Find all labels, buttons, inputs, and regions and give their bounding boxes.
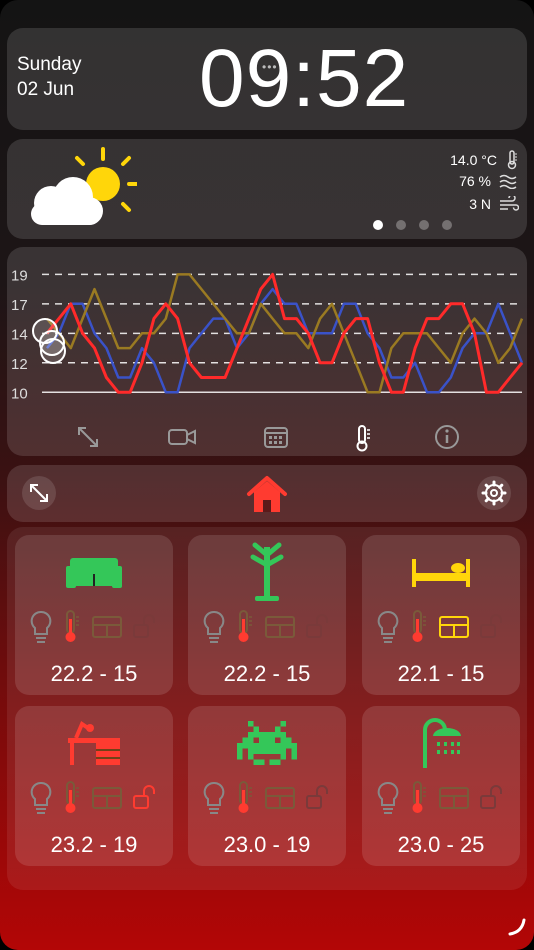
clock-time: 09:52	[199, 33, 410, 124]
sofa-icon	[15, 541, 173, 603]
window-icon[interactable]	[438, 615, 470, 639]
room-card[interactable]: 23.2 - 19	[15, 706, 173, 866]
date-label: 02 Jun	[17, 79, 75, 100]
room-status-icons	[372, 610, 510, 644]
thermometer-icon[interactable]	[408, 609, 428, 645]
page-dot[interactable]	[373, 220, 383, 230]
calendar-icon[interactable]	[263, 424, 289, 450]
light-bulb-icon[interactable]	[203, 781, 225, 815]
room-temperature: 23.2 - 19	[50, 832, 138, 857]
partly-cloudy-icon	[31, 147, 137, 225]
y-tick-label: 10	[11, 385, 28, 402]
info-icon[interactable]	[434, 424, 460, 450]
lock-open-icon[interactable]	[479, 613, 505, 641]
lock-open-icon[interactable]	[479, 784, 505, 812]
humidity-row: 76 %	[459, 173, 519, 189]
thermometer-icon[interactable]	[354, 424, 372, 452]
room-card[interactable]: 22.1 - 15	[362, 535, 520, 695]
outdoor-temperature: 14.0 °C	[450, 152, 497, 168]
y-tick-label: 17	[11, 297, 28, 314]
expand-icon	[30, 484, 48, 502]
room-card[interactable]: 22.2 - 15	[188, 535, 346, 695]
wind-value: 3 N	[469, 196, 491, 212]
light-bulb-icon[interactable]	[377, 610, 399, 644]
lock-open-icon[interactable]	[132, 784, 158, 812]
wind-row: 3 N	[469, 196, 519, 212]
room-temperature: 23.0 - 19	[223, 832, 311, 857]
light-bulb-icon[interactable]	[203, 610, 225, 644]
home-bar	[7, 465, 527, 522]
thermometer-icon	[507, 150, 517, 170]
humidity-waves-icon	[499, 174, 517, 189]
room-temperature: 23.0 - 25	[397, 832, 485, 857]
room-temperature: 22.2 - 15	[50, 661, 138, 686]
coat-rack-icon	[188, 541, 346, 603]
temperature-row: 14.0 °C	[450, 150, 519, 170]
thermometer-icon[interactable]	[408, 780, 428, 816]
shower-icon	[362, 712, 520, 774]
thermometer-icon[interactable]	[234, 780, 254, 816]
room-status-icons	[198, 781, 336, 815]
room-card[interactable]: 23.0 - 25	[362, 706, 520, 866]
day-label: Sunday	[17, 54, 82, 75]
desk-icon	[15, 712, 173, 774]
window-icon[interactable]	[91, 615, 123, 639]
series-marker[interactable]	[40, 338, 66, 364]
y-tick-label: 12	[11, 356, 28, 373]
thermometer-icon[interactable]	[61, 609, 81, 645]
room-status-icons	[25, 610, 163, 644]
rooms-grid: 22.2 - 15 22.2 - 15 22.1 - 15 23.2 - 19 …	[7, 527, 527, 890]
outdoor-humidity: 76 %	[459, 173, 491, 189]
page-dot[interactable]	[442, 220, 452, 230]
weather-card[interactable]: 14.0 °C 76 % 3 N	[7, 139, 527, 239]
temperature-chart[interactable]: 19 17 14 12 10	[7, 247, 527, 417]
room-temperature: 22.2 - 15	[223, 661, 311, 686]
lock-open-icon[interactable]	[132, 613, 158, 641]
lock-open-icon[interactable]	[305, 613, 331, 641]
camera-icon[interactable]	[167, 424, 197, 450]
house-icon[interactable]	[245, 474, 289, 514]
settings-button[interactable]	[477, 476, 511, 510]
bed-icon	[362, 541, 520, 603]
lock-open-icon[interactable]	[305, 784, 331, 812]
window-icon[interactable]	[264, 786, 296, 810]
room-temperature: 22.1 - 15	[397, 661, 485, 686]
wind-icon	[500, 196, 519, 211]
y-tick-label: 19	[11, 267, 28, 284]
room-status-icons	[25, 781, 163, 815]
page-dot[interactable]	[396, 220, 406, 230]
room-card[interactable]: 23.0 - 19	[188, 706, 346, 866]
room-card[interactable]: 22.2 - 15	[15, 535, 173, 695]
fullscreen-button[interactable]	[22, 476, 56, 510]
light-bulb-icon[interactable]	[30, 610, 52, 644]
thermometer-icon[interactable]	[234, 609, 254, 645]
y-tick-label: 14	[11, 326, 28, 343]
resize-corner-icon[interactable]	[506, 916, 528, 938]
window-icon[interactable]	[438, 786, 470, 810]
light-bulb-icon[interactable]	[30, 781, 52, 815]
window-icon[interactable]	[264, 615, 296, 639]
temperature-chart-card: 19 17 14 12 10	[7, 247, 527, 456]
light-bulb-icon[interactable]	[377, 781, 399, 815]
room-status-icons	[372, 781, 510, 815]
weather-page-indicator[interactable]	[373, 220, 452, 230]
expand-icon[interactable]	[75, 424, 101, 450]
page-dot[interactable]	[419, 220, 429, 230]
room-status-icons	[198, 610, 336, 644]
dashboard-screen: ••• Sunday 02 Jun 09:52 14.0 °C 76 % 3 N…	[0, 0, 534, 950]
space-invader-icon	[188, 712, 346, 774]
window-icon[interactable]	[91, 786, 123, 810]
clock-card: ••• Sunday 02 Jun 09:52	[7, 28, 527, 130]
thermometer-icon[interactable]	[61, 780, 81, 816]
gear-icon	[481, 480, 507, 506]
